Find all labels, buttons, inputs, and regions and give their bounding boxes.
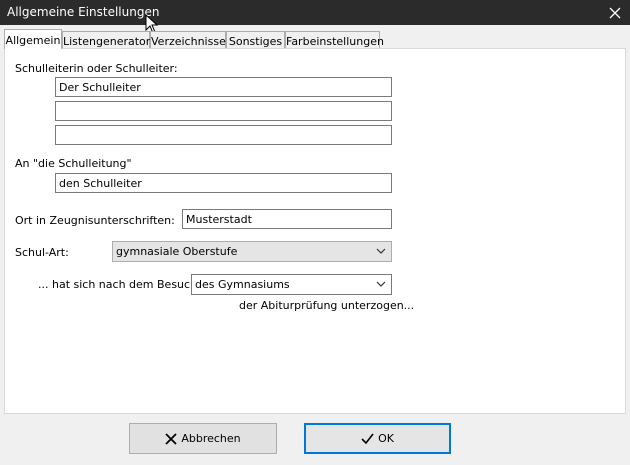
settings-panel: Schulleiterin oder Schulleiter: Der Schu… — [4, 48, 626, 414]
school-type-label: Schul-Art: — [15, 246, 69, 259]
visit-value: des Gymnasiums — [195, 278, 290, 291]
title-bar: Allgemeine Einstellungen — [0, 0, 630, 25]
tab-listengenerator[interactable]: Listengenerator — [62, 31, 150, 48]
cancel-button[interactable]: Abbrechen — [129, 423, 277, 454]
tab-allgemein[interactable]: Allgemein — [4, 29, 62, 49]
place-input[interactable]: Musterstadt — [182, 209, 392, 229]
tab-farbeinstellungen[interactable]: Farbeinstellungen — [285, 31, 384, 48]
place-label: Ort in Zeugnisunterschriften: — [15, 214, 175, 227]
window-title: Allgemeine Einstellungen — [7, 5, 160, 19]
cancel-x-icon — [165, 432, 177, 445]
principal-line3-input[interactable] — [55, 125, 392, 145]
ok-label: OK — [378, 432, 394, 445]
tab-verzeichnisse[interactable]: Verzeichnisse — [150, 31, 226, 48]
close-icon — [609, 7, 621, 18]
ok-button[interactable]: OK — [304, 423, 451, 454]
address-input[interactable]: den Schulleiter — [55, 173, 392, 193]
check-icon — [361, 433, 374, 444]
visit-label: ... hat sich nach dem Besuch — [38, 278, 198, 291]
school-type-value: gymnasiale Oberstufe — [116, 245, 238, 258]
address-label: An "die Schulleitung" — [15, 157, 132, 170]
school-type-select[interactable]: gymnasiale Oberstufe — [112, 241, 392, 262]
chevron-down-icon — [376, 248, 386, 254]
visit-select[interactable]: des Gymnasiums — [191, 274, 392, 295]
principal-label: Schulleiterin oder Schulleiter: — [15, 62, 178, 75]
cancel-label: Abbrechen — [181, 432, 241, 445]
chevron-down-icon — [376, 281, 386, 287]
principal-line2-input[interactable] — [55, 101, 392, 121]
principal-line1-input[interactable]: Der Schulleiter — [55, 77, 392, 97]
close-button[interactable] — [600, 0, 630, 25]
suffix-text: der Abiturprüfung unterzogen... — [239, 299, 415, 312]
tab-sonstiges[interactable]: Sonstiges — [226, 31, 285, 48]
